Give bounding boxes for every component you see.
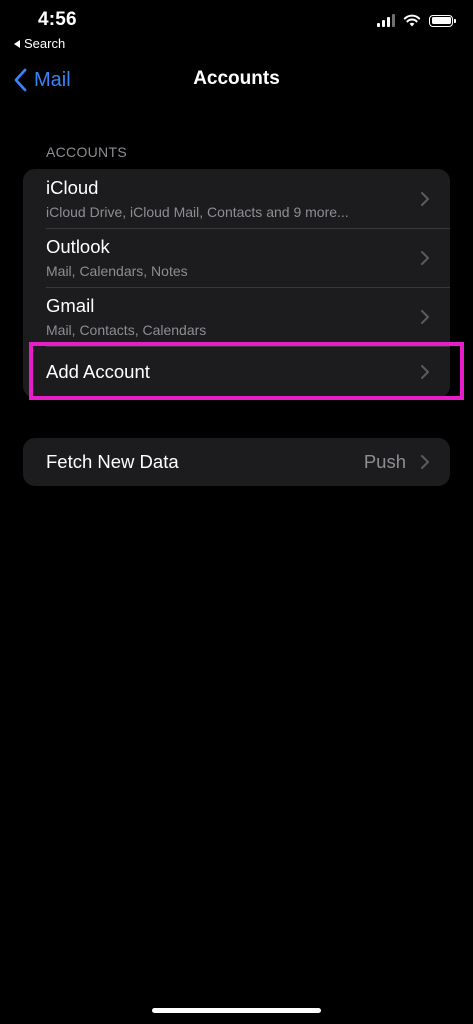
account-row-outlook[interactable]: Outlook Mail, Calendars, Notes xyxy=(23,228,450,287)
home-indicator[interactable] xyxy=(152,1008,321,1013)
account-row-gmail[interactable]: Gmail Mail, Contacts, Calendars xyxy=(23,287,450,346)
wifi-icon xyxy=(403,14,421,27)
account-subtitle: iCloud Drive, iCloud Mail, Contacts and … xyxy=(46,204,349,220)
fetch-new-data-row[interactable]: Fetch New Data Push xyxy=(23,438,450,486)
chevron-right-icon xyxy=(421,309,429,324)
account-subtitle: Mail, Contacts, Calendars xyxy=(46,322,207,338)
account-subtitle: Mail, Calendars, Notes xyxy=(46,263,188,279)
chevron-right-icon xyxy=(421,191,429,206)
fetch-new-data-label: Fetch New Data xyxy=(46,451,179,472)
battery-icon xyxy=(429,14,456,27)
accounts-list: iCloud iCloud Drive, iCloud Mail, Contac… xyxy=(23,169,450,398)
chevron-right-icon xyxy=(421,455,429,469)
back-triangle-icon xyxy=(14,39,20,48)
account-title: Gmail xyxy=(46,295,95,316)
add-account-button[interactable]: Add Account xyxy=(23,346,450,398)
account-title: Outlook xyxy=(46,236,110,257)
chevron-right-icon xyxy=(421,250,429,265)
return-to-app-label: Search xyxy=(24,36,66,51)
fetch-new-data-value: Push xyxy=(363,451,406,472)
account-row-icloud[interactable]: iCloud iCloud Drive, iCloud Mail, Contac… xyxy=(23,169,450,228)
add-account-label: Add Account xyxy=(46,361,150,382)
status-icons xyxy=(377,14,456,27)
fetch-settings-group: Fetch New Data Push xyxy=(23,438,450,486)
accounts-section-header: ACCOUNTS xyxy=(46,144,127,160)
account-title: iCloud xyxy=(46,177,99,198)
cellular-signal-icon xyxy=(377,14,395,27)
page-title: Accounts xyxy=(193,68,280,89)
status-time: 4:56 xyxy=(38,9,77,30)
chevron-right-icon xyxy=(421,365,429,379)
return-to-app-link[interactable]: Search xyxy=(14,36,65,51)
